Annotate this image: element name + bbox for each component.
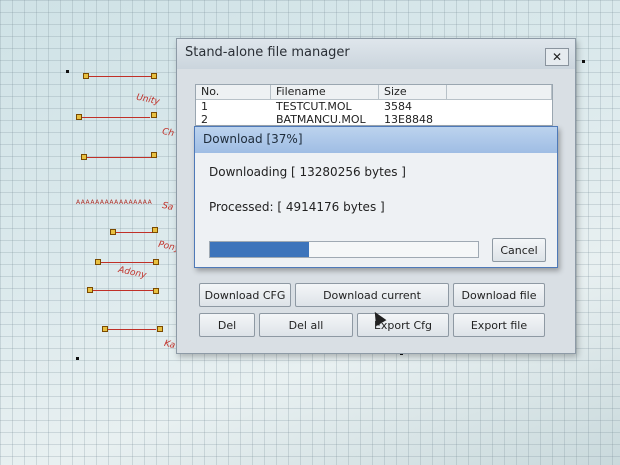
cad-node: [151, 112, 157, 118]
table-row[interactable]: 2 BATMANCU.MOL 13E8848: [196, 113, 552, 126]
cad-node: [152, 227, 158, 233]
cad-node: [157, 326, 163, 332]
cancel-button[interactable]: Cancel: [492, 238, 546, 262]
download-progress-bar: [209, 241, 479, 258]
download-file-button[interactable]: Download file: [453, 283, 545, 307]
cad-line: [116, 232, 152, 233]
del-all-button[interactable]: Del all: [259, 313, 353, 337]
selection-handle: [582, 60, 585, 63]
cad-label: Ka: [163, 338, 177, 352]
cell-no: 1: [201, 100, 208, 113]
cad-node: [151, 152, 157, 158]
table-row[interactable]: 1 TESTCUT.MOL 3584: [196, 100, 552, 113]
selection-handle: [66, 70, 69, 73]
cell-filename: TESTCUT.MOL: [276, 100, 352, 113]
cad-line: [108, 329, 156, 330]
cad-label: Sa: [161, 200, 175, 214]
cad-label: Ch: [161, 126, 175, 140]
cad-line: [89, 76, 151, 77]
cell-size: 13E8848: [384, 113, 433, 126]
progress-bar-fill: [210, 242, 310, 257]
column-header-empty: [447, 85, 552, 99]
del-button[interactable]: Del: [199, 313, 255, 337]
window-title: Stand-alone file manager: [177, 39, 575, 69]
close-button[interactable]: ✕: [545, 48, 569, 66]
column-header-no[interactable]: No.: [196, 85, 271, 99]
cell-filename: BATMANCU.MOL: [276, 113, 366, 126]
downloading-text: Downloading [ 13280256 bytes ]: [209, 165, 406, 179]
cell-no: 2: [201, 113, 208, 126]
cad-line: [87, 157, 151, 158]
file-list[interactable]: No. Filename Size 1 TESTCUT.MOL 3584 2 B…: [195, 84, 553, 126]
file-list-header: No. Filename Size: [196, 85, 552, 100]
dialog-title: Download [37%]: [195, 127, 557, 153]
cad-node: [153, 259, 159, 265]
cad-strip: AAAAAAAAAAAAAAAA: [76, 199, 153, 206]
cad-line: [82, 117, 150, 118]
download-dialog: Download [37%] Downloading [ 13280256 by…: [194, 126, 558, 268]
cad-node: [151, 73, 157, 79]
cad-node: [153, 288, 159, 294]
download-cfg-button[interactable]: Download CFG: [199, 283, 291, 307]
cad-line: [101, 262, 153, 263]
cell-size: 3584: [384, 100, 412, 113]
column-header-filename[interactable]: Filename: [271, 85, 379, 99]
cad-line: [93, 290, 153, 291]
selection-handle: [76, 357, 79, 360]
column-header-size[interactable]: Size: [379, 85, 447, 99]
export-file-button[interactable]: Export file: [453, 313, 545, 337]
download-current-button[interactable]: Download current: [295, 283, 449, 307]
processed-text: Processed: [ 4914176 bytes ]: [209, 200, 385, 214]
